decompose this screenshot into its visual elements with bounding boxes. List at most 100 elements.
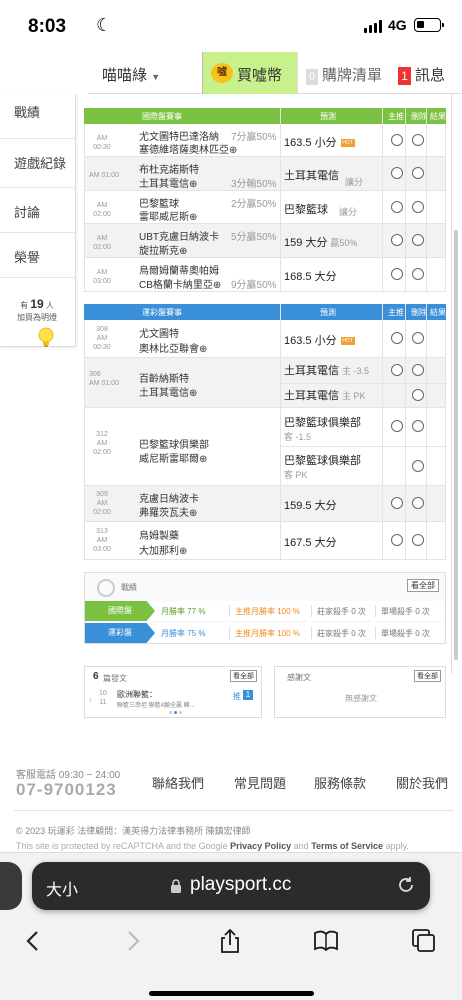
tabs-icon[interactable]: [410, 927, 438, 955]
post-count: 6: [93, 671, 99, 682]
sidebar-item-record[interactable]: 戰績: [0, 94, 75, 139]
bookmarks-icon[interactable]: [312, 927, 340, 955]
odds-text: 5分贏50%: [231, 232, 277, 243]
buy-coin-button[interactable]: 噓 買噓幣: [202, 52, 298, 94]
post-item[interactable]: ‹ 10 11 歐洲聯籃： 聯籃三串坦 聯籃4顆全贏 轉... 推 1: [89, 689, 259, 709]
previous-tab-pill[interactable]: [0, 862, 22, 910]
posts-label: 篇發文: [103, 674, 127, 683]
single-killer: 單場殺手 0 次: [381, 629, 430, 638]
address-bar[interactable]: 大小 playsport.cc: [32, 862, 430, 910]
delete-radio[interactable]: [412, 534, 424, 546]
cart-link[interactable]: 0 購牌清單: [306, 64, 382, 85]
prediction: 土耳其電信主 -3.5: [284, 365, 370, 377]
delete-radio[interactable]: [412, 167, 424, 179]
reload-icon[interactable]: [396, 875, 416, 895]
col-predict: 預測: [320, 112, 336, 121]
dealer-killer: 莊家殺手 0 次: [317, 629, 366, 638]
main-content: 國際盤賽事 預測 主推 刪除 結果 AM 00:30 尤文圖特巴達洛納 塞德維塔薩…: [76, 94, 452, 718]
join-promo[interactable]: 有 19 人 加買為明燈: [6, 298, 68, 324]
record-stats-panel: 戰績 看全部 國際盤 月勝率 77 % 主推月勝率 100 % 莊家殺手 0 次…: [84, 572, 446, 644]
team-home: CB格蘭卡納里亞⊕: [139, 280, 222, 291]
join-unit: 人: [45, 301, 54, 310]
odds-text: 9分贏50%: [231, 280, 277, 291]
table-row: 313 AM 03:00 烏姆製藥 大加那利⊕ 167.5 大分: [84, 522, 446, 560]
thanks-label: 感謝文: [287, 673, 311, 682]
home-pick-radio[interactable]: [391, 234, 403, 246]
delete-radio[interactable]: [412, 420, 424, 432]
contact-link[interactable]: 聯絡我們: [152, 773, 204, 792]
coin-icon: 噓: [211, 63, 233, 83]
table-row: 312 AM 02:00 巴黎籃球俱樂部 威尼斯雷耶爾⊕ 巴黎籃球俱樂部 客 -1.…: [84, 408, 447, 486]
terms-link[interactable]: 服務條款: [314, 773, 366, 792]
prediction-sub: 客 PK: [284, 470, 308, 480]
target-icon: [97, 579, 115, 597]
posts-view-all-button[interactable]: 看全部: [230, 670, 257, 682]
message-count: 1: [398, 67, 411, 85]
match-time: AM 02:00: [93, 202, 111, 218]
faq-link[interactable]: 常見問題: [234, 773, 286, 792]
delete-radio[interactable]: [412, 364, 424, 376]
delete-radio[interactable]: [412, 201, 424, 213]
network-label: 4G: [388, 17, 407, 33]
forward-icon[interactable]: [118, 927, 146, 955]
lottery-predictions-table: 運彩盤賽事 預測 主推 刪除 結果 308 AM 00:30 尤文圖特 奧林比亞聯會…: [84, 304, 447, 560]
table-row: 309 AM 02:00 克盧日納波卡 弗羅茨瓦夫⊕ 159.5 大分: [84, 486, 446, 522]
home-pick-radio[interactable]: [391, 167, 403, 179]
home-pick-radio[interactable]: [391, 420, 403, 432]
prediction: 土耳其電信: [284, 170, 339, 182]
hot-badge-icon: HOT: [340, 337, 355, 346]
back-icon[interactable]: [20, 927, 48, 955]
home-pick-radio[interactable]: [391, 134, 403, 146]
home-pick-radio[interactable]: [391, 534, 403, 546]
delete-radio[interactable]: [412, 460, 424, 472]
match-time: AM 01:00: [89, 172, 119, 179]
rank-badge: 1: [243, 690, 253, 700]
username: 喵喵綠: [102, 67, 148, 84]
scrollbar[interactable]: [454, 230, 458, 660]
privacy-link[interactable]: Privacy Policy: [230, 841, 291, 851]
home-pick-radio[interactable]: [391, 497, 403, 509]
user-menu[interactable]: 喵喵綠 ▼: [102, 64, 160, 85]
delete-radio[interactable]: [412, 332, 424, 344]
status-bar: 8:03 ☾ 4G: [0, 0, 462, 52]
delete-radio[interactable]: [412, 234, 424, 246]
delete-radio[interactable]: [412, 497, 424, 509]
empty-message: 無感謝文: [345, 694, 377, 703]
table-header: 運彩盤賽事 預測 主推 刪除 結果: [84, 304, 446, 320]
delete-radio[interactable]: [412, 389, 424, 401]
stats-tag: 國際盤: [85, 601, 155, 621]
delete-radio[interactable]: [412, 134, 424, 146]
top-bar: 喵喵綠 ▼ 噓 買噓幣 0 購牌清單 1 訊息: [88, 52, 462, 94]
team-away: 克盧日納波卡: [139, 494, 199, 505]
home-pick-radio[interactable]: [391, 201, 403, 213]
team-away: UBT克盧日納波卡: [139, 232, 219, 243]
home-pick-radio[interactable]: [391, 268, 403, 280]
text-size-button[interactable]: 大小: [46, 876, 78, 900]
home-pick-radio[interactable]: [391, 332, 403, 344]
about-link[interactable]: 關於我們: [396, 773, 448, 792]
messages-link[interactable]: 1 訊息: [398, 64, 445, 85]
col-home: 主推: [388, 308, 404, 317]
match-time: 313 AM 03:00: [93, 528, 111, 553]
share-icon[interactable]: [216, 927, 244, 955]
thanks-view-all-button[interactable]: 看全部: [414, 670, 441, 682]
sidebar-item-honor[interactable]: 榮譽: [0, 233, 75, 278]
delete-radio[interactable]: [412, 268, 424, 280]
international-predictions-table: 國際盤賽事 預測 主推 刪除 結果 AM 00:30 尤文圖特巴達洛納 塞德維塔薩…: [84, 108, 446, 292]
team-away: 百齡納斯特: [139, 374, 189, 385]
hotline-number[interactable]: 07-9700123: [16, 780, 117, 800]
post-date: 10 11: [99, 690, 107, 706]
odds-text: 2分贏50%: [231, 199, 277, 210]
chevron-left-icon[interactable]: ‹: [89, 694, 92, 704]
sidebar-item-discussion[interactable]: 討論: [0, 188, 75, 233]
match-time: AM 02:00: [93, 235, 111, 251]
table-row: AM 01:00 布杜克諾斯特 土耳其電信⊕ 3分輸50% 土耳其電信 讓分: [84, 157, 446, 191]
terms-of-service-link[interactable]: Terms of Service: [311, 841, 383, 851]
team-home: 土耳其電信⊕: [139, 388, 198, 399]
home-pick-radio[interactable]: [391, 364, 403, 376]
sidebar-item-game-history[interactable]: 遊戲紀錄: [0, 139, 75, 188]
cart-count: 0: [306, 69, 318, 85]
view-all-button[interactable]: 看全部: [407, 579, 439, 592]
prediction: 167.5 大分: [284, 537, 337, 549]
sidebar-item-label: 榮譽: [14, 250, 41, 265]
